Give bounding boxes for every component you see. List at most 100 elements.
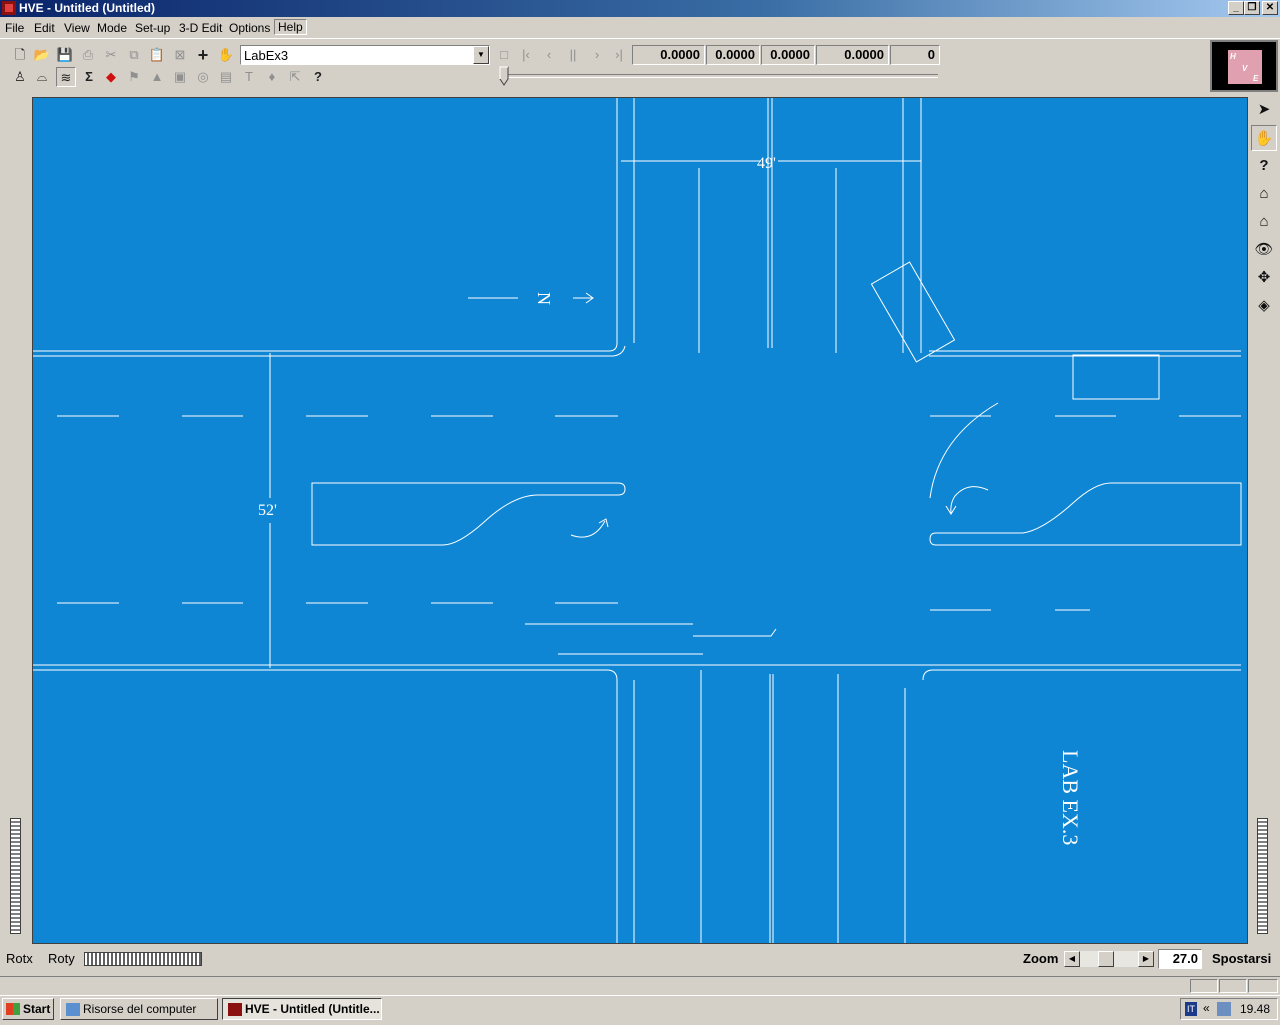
app-icon[interactable]: [2, 1, 16, 15]
menu-view[interactable]: View: [64, 21, 90, 35]
computer-icon: [66, 1003, 80, 1016]
vehicle-ne: [870, 261, 956, 363]
uturn-arrow-east: [950, 486, 989, 514]
dim-left-label: 52': [258, 502, 277, 519]
stop-icon[interactable]: □: [494, 45, 514, 65]
pan-label: Spostarsi: [1212, 951, 1272, 966]
taskbar-item-label: HVE - Untitled (Untitle...: [245, 1002, 380, 1016]
fit-icon[interactable]: ⊠: [170, 45, 190, 65]
help-icon[interactable]: ?: [308, 67, 328, 87]
menu-setup[interactable]: Set-up: [135, 21, 170, 35]
menu-3d-edit[interactable]: 3-D Edit: [179, 21, 222, 35]
windows-flag-icon: [6, 1003, 20, 1015]
north-arrow: [468, 292, 594, 304]
readout-z: 0.0000: [816, 45, 889, 65]
zoom-increase-button[interactable]: ▶: [1138, 951, 1154, 967]
rotation-grip[interactable]: [84, 952, 202, 966]
minimize-button[interactable]: _: [1228, 1, 1244, 15]
readout-frame: 0: [890, 45, 940, 65]
print-icon[interactable]: ⎙: [78, 45, 98, 65]
paste-icon[interactable]: 📋: [147, 45, 167, 65]
home-zoom-icon[interactable]: ⌂: [1251, 209, 1277, 235]
time-slider[interactable]: [500, 74, 938, 78]
title-bar[interactable]: HVE - Untitled (Untitled) _ ❐ ✕: [0, 0, 1280, 17]
vehicle-icon[interactable]: ⌓: [32, 67, 52, 87]
environment-icon[interactable]: ≋: [56, 67, 76, 87]
menu-file[interactable]: File: [5, 21, 24, 35]
network-icon[interactable]: [1217, 1002, 1231, 1016]
intersection-drawing: 49' 52' N LAB EX.3: [33, 98, 1242, 943]
taskbar-item-risorse[interactable]: Risorse del computer: [60, 998, 218, 1020]
right-rotation-grip[interactable]: [1257, 818, 1268, 934]
flag-icon[interactable]: ⚑: [124, 67, 144, 87]
lab-title-text: LAB EX.3: [1058, 750, 1083, 845]
zoom-decrease-button[interactable]: ◀: [1064, 951, 1080, 967]
scene-select-value: LabEx3: [244, 48, 289, 63]
query-icon[interactable]: ?: [1251, 153, 1277, 179]
3d-box-icon[interactable]: ◈: [1251, 293, 1277, 319]
zoom-value-field[interactable]: 27.0: [1158, 949, 1202, 969]
pin-icon[interactable]: ♦: [262, 67, 282, 87]
status-pane-1: [1190, 979, 1218, 993]
eye-view-icon[interactable]: 👁: [1251, 237, 1277, 263]
west-median: [311, 482, 626, 546]
dim-top-label: 49': [757, 155, 776, 172]
uturn-arrow-west: [570, 520, 606, 538]
time-slider-thumb[interactable]: [499, 66, 509, 86]
vehicle-east: [1072, 354, 1160, 400]
sigma-icon[interactable]: Σ: [79, 67, 99, 87]
copy-icon[interactable]: ⧉: [124, 45, 144, 65]
scene-viewport[interactable]: 49' 52' N LAB EX.3: [32, 97, 1248, 944]
nw-curb: [33, 98, 618, 352]
close-button[interactable]: ✕: [1262, 1, 1278, 15]
menu-help[interactable]: Help: [274, 19, 307, 35]
pan-hand-icon[interactable]: ✋: [1251, 125, 1277, 151]
arrow-tool-icon[interactable]: ⇱: [285, 67, 305, 87]
zoom-label: Zoom: [1023, 951, 1059, 966]
open-icon[interactable]: 📂: [32, 45, 52, 65]
cut-icon[interactable]: ✂: [101, 45, 121, 65]
zoom-slider-thumb[interactable]: [1098, 951, 1114, 967]
prev-icon[interactable]: ‹: [539, 45, 559, 65]
readout-x: 0.0000: [706, 45, 760, 65]
chevron-down-icon[interactable]: ▼: [473, 46, 489, 64]
readout-time: 0.0000: [632, 45, 705, 65]
menu-mode[interactable]: Mode: [97, 21, 127, 35]
human-icon[interactable]: ♙: [10, 67, 30, 87]
window-title: HVE - Untitled (Untitled): [19, 1, 155, 15]
scene-select[interactable]: LabEx3 ▼: [240, 45, 490, 65]
last-frame-icon[interactable]: ›|: [609, 45, 629, 65]
pause-icon[interactable]: ||: [563, 45, 583, 65]
menu-edit[interactable]: Edit: [34, 21, 55, 35]
move-crosshair-icon[interactable]: ✥: [1251, 265, 1277, 291]
status-pane-2: [1219, 979, 1247, 993]
roty-label: Roty: [48, 951, 75, 966]
taskbar-item-hve[interactable]: HVE - Untitled (Untitle...: [222, 998, 382, 1020]
start-button[interactable]: Start: [2, 998, 54, 1020]
left-rotation-grip[interactable]: [10, 818, 21, 934]
add-icon[interactable]: +: [193, 45, 213, 65]
north-label: N: [534, 292, 554, 305]
target-icon[interactable]: ◎: [193, 67, 213, 87]
new-icon[interactable]: 🗋: [10, 45, 30, 65]
next-icon[interactable]: ›: [587, 45, 607, 65]
start-label: Start: [23, 1002, 51, 1016]
cone-icon[interactable]: ▲: [147, 67, 167, 87]
flip-icon[interactable]: ◆: [101, 67, 121, 87]
status-pane-3: [1248, 979, 1278, 993]
language-indicator[interactable]: IT: [1185, 1002, 1197, 1016]
menu-options[interactable]: Options: [229, 21, 270, 35]
status-strip: [0, 976, 1280, 995]
box-icon[interactable]: ▤: [216, 67, 236, 87]
text-tool-icon[interactable]: T: [239, 67, 259, 87]
select-arrow-icon[interactable]: ➤: [1251, 97, 1277, 123]
barrel-icon[interactable]: ▣: [170, 67, 190, 87]
logo-letter-e: E: [1253, 74, 1259, 83]
restore-button[interactable]: ❐: [1244, 1, 1260, 15]
hand-object-icon[interactable]: ✋: [216, 45, 236, 65]
first-frame-icon[interactable]: |‹: [516, 45, 536, 65]
save-icon[interactable]: 💾: [55, 45, 75, 65]
left-turn-path: [929, 402, 999, 499]
tray-expand-icon[interactable]: «: [1203, 1001, 1210, 1015]
home-icon[interactable]: ⌂: [1251, 181, 1277, 207]
